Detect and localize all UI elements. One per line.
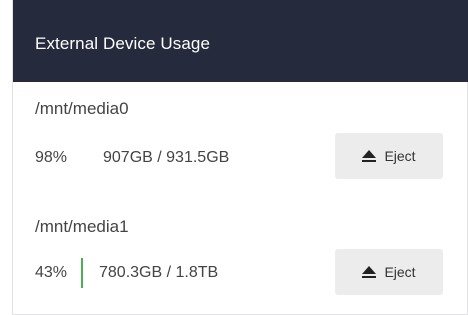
eject-button[interactable]: Eject	[335, 133, 443, 179]
eject-icon	[362, 150, 377, 162]
device-path: /mnt/media0	[35, 99, 129, 118]
device-path: /mnt/media1	[35, 217, 129, 236]
eject-label: Eject	[384, 264, 416, 280]
device-usage-row: 98% 907GB / 931.5GB	[35, 138, 229, 178]
panel-header: External Device Usage	[13, 0, 468, 82]
device-usage-row: 43% 780.3GB / 1.8TB	[35, 253, 218, 293]
usage-size: 780.3GB / 1.8TB	[99, 264, 219, 281]
usage-percent: 43%	[35, 264, 68, 281]
external-device-usage-panel: External Device Usage /mnt/media0 98% 90…	[12, 0, 468, 315]
eject-button[interactable]: Eject	[335, 249, 443, 295]
panel-title: External Device Usage	[35, 34, 211, 53]
eject-label: Eject	[384, 148, 416, 164]
usage-size: 907GB / 931.5GB	[103, 149, 230, 166]
usage-bar	[81, 258, 83, 288]
usage-percent: 98%	[35, 149, 68, 166]
eject-icon	[362, 266, 377, 278]
